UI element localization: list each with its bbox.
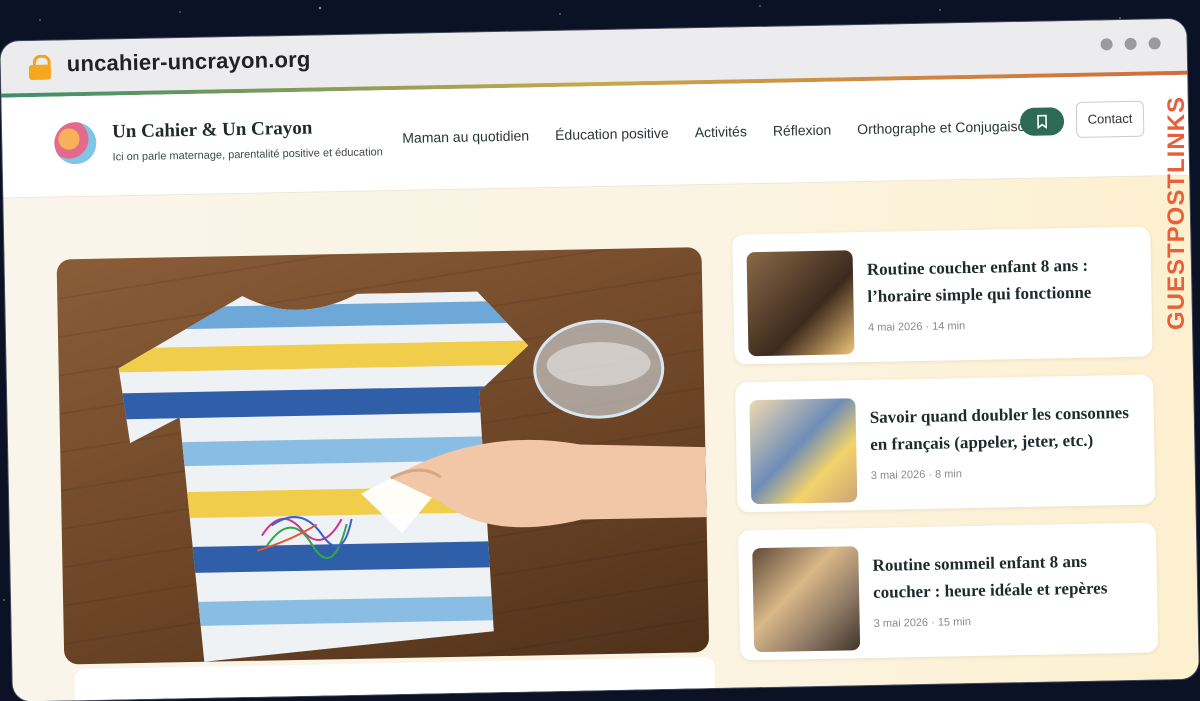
article-thumbnail[interactable]: [749, 398, 858, 505]
bookmark-button[interactable]: [1019, 107, 1065, 137]
article-title[interactable]: Savoir quand doubler les consonnes en fr…: [869, 399, 1140, 458]
site-logo[interactable]: [53, 121, 97, 165]
article-thumbnail[interactable]: [752, 546, 861, 653]
main-content: Routine coucher enfant 8 ans : l’horaire…: [3, 175, 1199, 701]
watermark-label: GUESTPOSTLINKS: [1163, 95, 1190, 330]
featured-article-image[interactable]: [56, 247, 710, 665]
window-dot[interactable]: [1100, 38, 1113, 51]
nav-item-orthographe[interactable]: Orthographe et Conjugaison: [857, 118, 1033, 137]
article-card[interactable]: Routine coucher enfant 8 ans : l’horaire…: [732, 226, 1153, 365]
article-card[interactable]: Routine sommeil enfant 8 ans coucher : h…: [737, 522, 1159, 661]
browser-window: uncahier-uncrayon.org Un Cahier & Un Cra…: [0, 18, 1199, 701]
nav-item-maman[interactable]: Maman au quotidien: [402, 127, 529, 145]
site-tagline: Ici on parle maternage, parentalité posi…: [112, 146, 383, 164]
window-dot[interactable]: [1124, 37, 1137, 50]
article-thumbnail[interactable]: [746, 250, 855, 357]
nav-item-education[interactable]: Éducation positive: [555, 125, 669, 143]
bookmark-icon: [1037, 114, 1048, 129]
article-meta: 3 mai 2026 · 8 min: [870, 468, 963, 482]
article-title[interactable]: Routine coucher enfant 8 ans : l’horaire…: [867, 251, 1138, 310]
window-controls: [1100, 37, 1161, 51]
article-meta: 3 mai 2026 · 15 min: [873, 616, 972, 630]
site-title[interactable]: Un Cahier & Un Crayon: [112, 118, 313, 144]
window-dot[interactable]: [1148, 37, 1161, 50]
main-nav: Maman au quotidien Éducation positive Ac…: [402, 118, 1033, 146]
lock-icon: [28, 54, 52, 81]
contact-button[interactable]: Contact: [1075, 100, 1145, 138]
nav-item-reflexion[interactable]: Réflexion: [773, 122, 832, 139]
featured-article-caption: [74, 656, 716, 701]
address-bar[interactable]: uncahier-uncrayon.org: [67, 47, 311, 78]
article-card[interactable]: Savoir quand doubler les consonnes en fr…: [735, 374, 1156, 513]
article-title[interactable]: Routine sommeil enfant 8 ans coucher : h…: [872, 547, 1143, 606]
article-meta: 4 mai 2026 · 14 min: [867, 320, 966, 334]
tshirt-illustration: [117, 290, 707, 664]
recent-articles-list: Routine coucher enfant 8 ans : l’horaire…: [732, 226, 1159, 679]
nav-item-activites[interactable]: Activités: [695, 123, 747, 140]
